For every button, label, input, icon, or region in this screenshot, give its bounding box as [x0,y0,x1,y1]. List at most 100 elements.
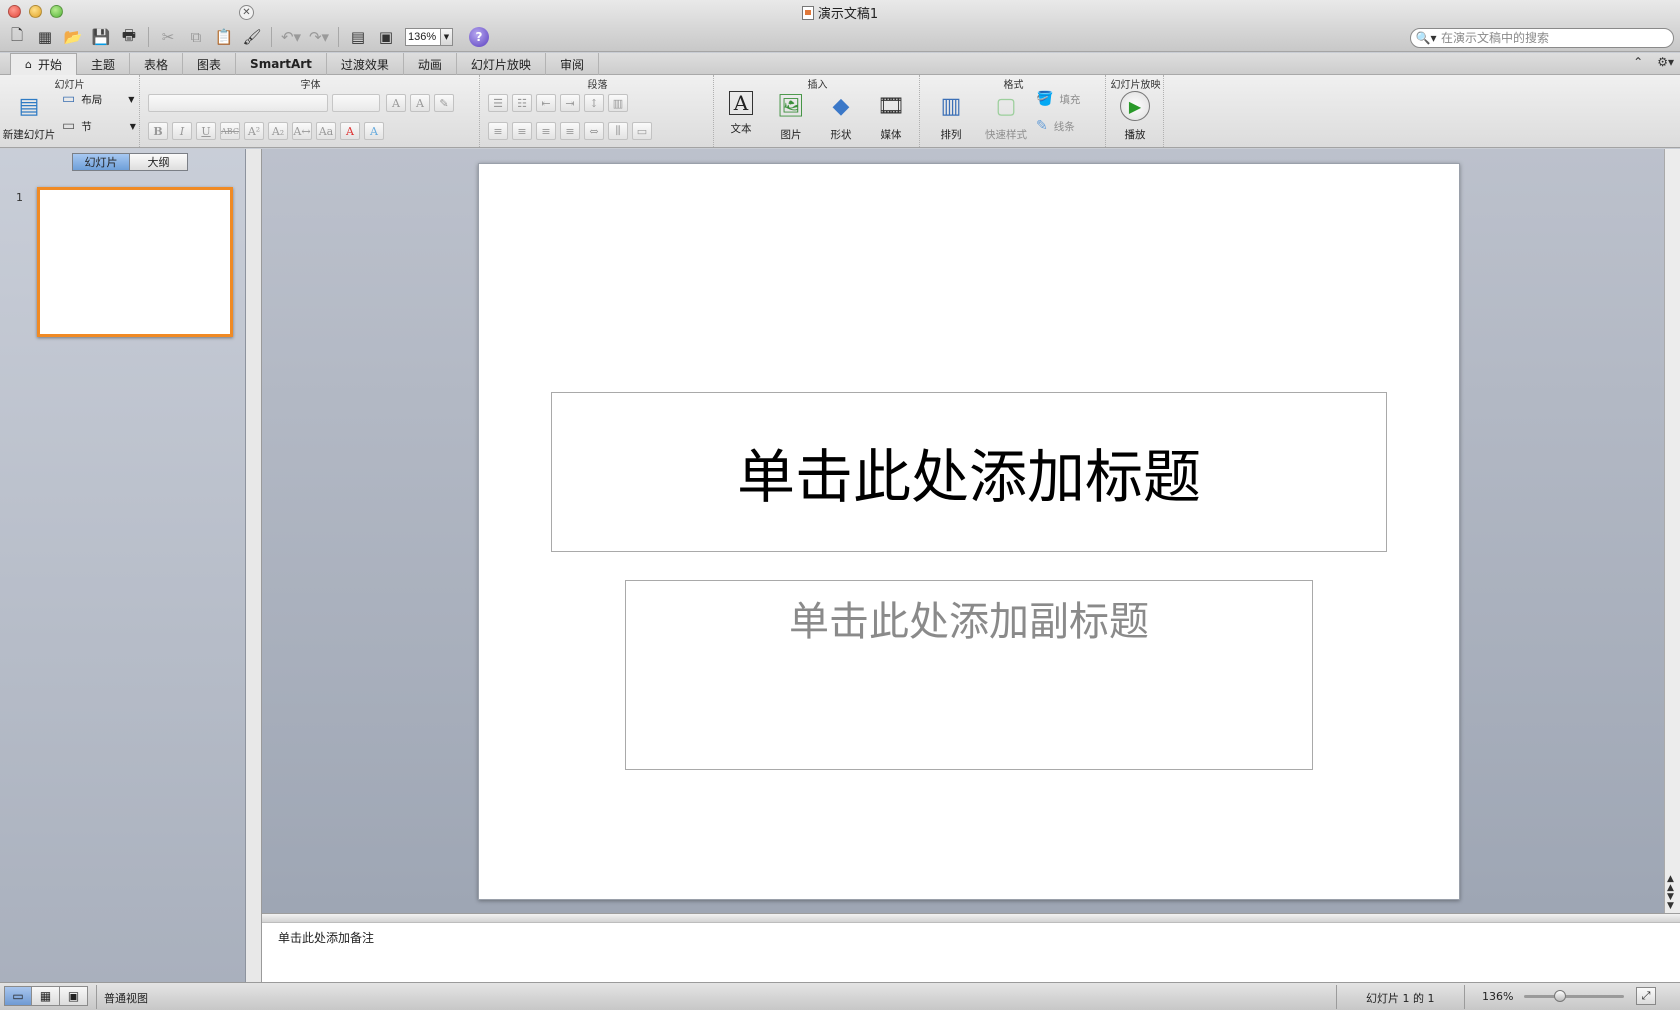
zoom-slider-knob[interactable] [1554,990,1566,1002]
help-button[interactable]: ? [469,27,489,47]
search-box[interactable]: 🔍▾ [1410,28,1674,48]
new-slide-button[interactable]: ▤ 新建幻灯片 [2,91,56,142]
numbering-icon[interactable]: ☷ [512,94,532,112]
align-text-icon[interactable]: ▭ [632,122,652,140]
insert-picture-button[interactable]: 🖼 图片 [766,91,816,142]
increase-indent-icon[interactable]: ⇥ [560,94,580,112]
subscript-icon[interactable]: A₂ [268,122,288,140]
redo-icon[interactable]: ↷▾ [306,26,332,48]
chevron-down-icon[interactable]: ▼ [441,28,453,46]
gear-icon[interactable]: ⚙▾ [1657,55,1674,69]
save-icon[interactable]: 💾 [88,26,114,48]
align-center-icon[interactable]: ≡ [512,122,532,140]
clear-format-icon[interactable]: ✎ [434,94,454,112]
decrease-indent-icon[interactable]: ⇤ [536,94,556,112]
list-buttons: ☰ ☷ ⇤ ⇥ ↕ ▥ [488,94,628,112]
bullets-icon[interactable]: ☰ [488,94,508,112]
tab-animations[interactable]: 动画 [404,53,457,75]
notes-splitter[interactable] [262,913,1680,922]
open-icon[interactable]: 📂 [60,26,86,48]
insert-media-button[interactable]: 🎞 媒体 [866,91,916,142]
toolbox-icon[interactable]: ▤ [345,26,371,48]
quick-styles-button[interactable]: ▢ 快速样式 [978,91,1034,142]
play-icon: ▶ [1120,91,1150,121]
layout-button[interactable]: ▭ 布局 ▼ [62,91,134,107]
fill-button[interactable]: 🪣 填充 [1036,91,1080,107]
font-name-select[interactable] [148,94,328,112]
undo-icon[interactable]: ↶▾ [278,26,304,48]
format-painter-icon[interactable]: 🖌 [239,26,265,48]
text-box-icon: A [729,91,753,115]
zoom-control[interactable]: 136% ▼ [405,28,453,46]
play-button[interactable]: ▶ 播放 [1110,91,1160,142]
title-placeholder[interactable]: 单击此处添加标题 [551,392,1387,552]
justify-icon[interactable]: ≡ [560,122,580,140]
new-document-icon[interactable]: 🗋 [4,26,30,48]
tab-transitions[interactable]: 过渡效果 [327,53,404,75]
search-icon[interactable]: 🔍▾ [1411,31,1441,45]
align-buttons: ≡ ≡ ≡ ≡ ⇔ ⫼ ▭ [488,122,652,140]
zoom-value[interactable]: 136% [405,28,441,46]
arrange-button[interactable]: ▥ 排列 [926,91,976,142]
media-browser-icon[interactable]: ▣ [373,26,399,48]
tab-slides[interactable]: 幻灯片 [72,153,130,171]
slide-sorter-icon[interactable]: ▦ [32,986,60,1006]
notes-pane[interactable]: 单击此处添加备注 [262,922,1680,982]
status-divider [96,985,97,1009]
slide-thumbnail[interactable] [37,187,233,337]
insert-text-button[interactable]: A 文本 [716,91,766,136]
slide-canvas[interactable]: 单击此处添加标题 单击此处添加副标题 [478,163,1460,900]
text-effects-icon[interactable]: A [364,122,384,140]
tab-home[interactable]: ⌂ 开始 [10,53,77,75]
collapse-ribbon-icon[interactable]: ⌃ [1633,55,1643,69]
character-spacing-icon[interactable]: A↔ [292,122,312,140]
normal-view-icon[interactable]: ▭ [4,986,32,1006]
columns-icon[interactable]: ▥ [608,94,628,112]
tab-themes[interactable]: 主题 [77,53,131,75]
slide-show-view-icon[interactable]: ▣ [60,986,88,1006]
title-placeholder-text: 单击此处添加标题 [736,443,1201,511]
align-right-icon[interactable]: ≡ [536,122,556,140]
subtitle-placeholder[interactable]: 单击此处添加副标题 [625,580,1313,770]
paste-icon[interactable]: 📋 [211,26,237,48]
shrink-font-icon[interactable]: A [410,94,430,112]
distribute-icon[interactable]: ⇔ [584,122,604,140]
gallery-icon[interactable]: ▦ [32,26,58,48]
tab-tables[interactable]: 表格 [130,53,184,75]
align-left-icon[interactable]: ≡ [488,122,508,140]
tab-slide-show[interactable]: 幻灯片放映 [457,53,546,75]
fit-to-window-icon[interactable]: ⤢ [1636,987,1656,1005]
strikethrough-icon[interactable]: ABC [220,122,240,140]
superscript-icon[interactable]: A² [244,122,264,140]
line-button[interactable]: ✎ 线条 [1036,118,1075,134]
slide-count: 幻灯片 1 的 1 [1366,992,1435,1005]
group-slides: 幻灯片 ▤ 新建幻灯片 ▭ 布局 ▼ ▭ 节 ▼ [0,75,140,147]
grow-font-icon[interactable]: A [386,94,406,112]
print-icon[interactable]: 🖶 [116,26,142,48]
font-size-select[interactable] [332,94,380,112]
search-input[interactable] [1441,31,1661,45]
tab-review[interactable]: 审阅 [546,53,599,75]
navigator-scrollbar[interactable] [246,149,262,982]
notes-placeholder: 单击此处添加备注 [278,931,375,945]
insert-shape-button[interactable]: ◆ 形状 [816,91,866,142]
line-spacing-icon[interactable]: ↕ [584,94,604,112]
tab-charts[interactable]: 图表 [183,53,237,75]
bold-icon[interactable]: B [148,122,168,140]
tab-outline[interactable]: 大纲 [130,153,188,171]
copy-icon[interactable]: ⧉ [183,26,209,48]
text-direction-icon[interactable]: ⫼ [608,122,628,140]
italic-icon[interactable]: I [172,122,192,140]
font-color-icon[interactable]: A [340,122,360,140]
cut-icon[interactable]: ✂ [155,26,181,48]
underline-icon[interactable]: U [196,122,216,140]
section-button[interactable]: ▭ 节 ▼ [62,118,136,134]
stage-scrollbar[interactable]: ▲ ▲ ▼ ▼ [1664,149,1680,913]
close-icon[interactable]: ✕ [239,5,254,20]
chevron-down-icon: ▼ [128,94,135,104]
view-name: 普通视图 [104,992,148,1005]
slide-navigation-arrows-icon[interactable]: ▲ ▲ ▼ ▼ [1667,875,1674,911]
tab-smartart[interactable]: SmartArt [236,53,327,75]
zoom-slider[interactable] [1524,990,1624,1002]
change-case-icon[interactable]: Aa [316,122,336,140]
